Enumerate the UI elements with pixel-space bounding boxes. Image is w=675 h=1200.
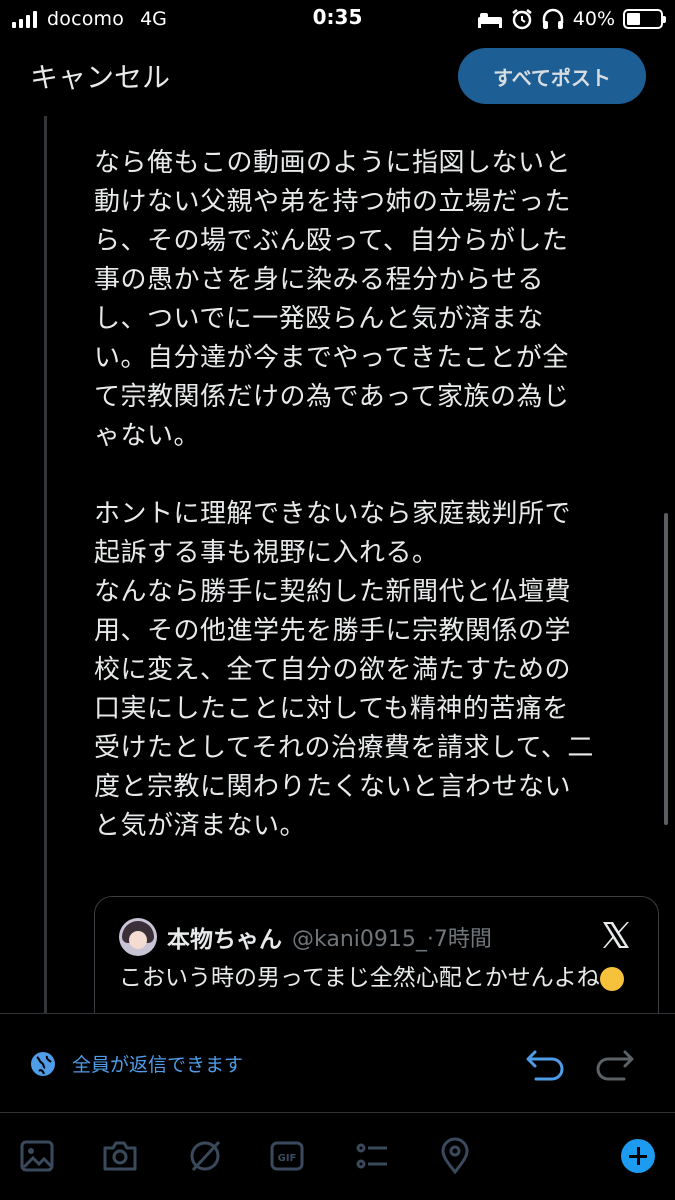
status-bar: docomo 4G 0:35 40%: [0, 0, 675, 40]
headphones-icon: [542, 8, 564, 29]
location-icon[interactable]: [436, 1137, 474, 1175]
add-post-icon[interactable]: [621, 1139, 655, 1173]
post-all-button[interactable]: すべてポスト: [458, 48, 646, 104]
reply-settings-bar: 全員が返信できます: [0, 1013, 675, 1113]
image-icon[interactable]: [18, 1137, 56, 1175]
battery-percent: 40%: [572, 8, 615, 30]
remove-quote-icon[interactable]: [600, 919, 632, 951]
compose-toolbar: GIF: [0, 1114, 675, 1200]
alarm-icon: [512, 9, 532, 30]
globe-icon[interactable]: [30, 1051, 56, 1077]
gif-icon[interactable]: GIF: [268, 1137, 306, 1175]
laughing-emoji-icon: [599, 966, 624, 991]
thread-line: [44, 116, 47, 1016]
redo-icon[interactable]: [594, 1044, 636, 1084]
avatar: [119, 918, 157, 956]
quoted-author-name: 本物ちゃん: [167, 927, 282, 953]
post-paragraph: ホントに理解できないなら家庭裁判所で起訴する事も視野に入れる。 なんなら勝手に契…: [94, 499, 594, 841]
sleep-icon: [477, 13, 502, 28]
compose-header: キャンセル すべてポスト: [0, 40, 675, 112]
undo-icon[interactable]: [524, 1044, 566, 1084]
poll-icon[interactable]: [353, 1137, 391, 1175]
scrollbar[interactable]: [664, 513, 668, 825]
cancel-button[interactable]: キャンセル: [30, 56, 170, 96]
battery-icon: [623, 9, 666, 29]
camera-icon[interactable]: [101, 1137, 139, 1175]
svg-text:GIF: GIF: [278, 1153, 297, 1164]
post-editor[interactable]: なら俺もこの動画のように指図しないと動けない父親や弟を持つ姉の立場だったら、その…: [94, 144, 594, 846]
post-paragraph: なら俺もこの動画のように指図しないと動けない父親や弟を持つ姉の立場だったら、その…: [94, 148, 572, 451]
grok-icon[interactable]: [186, 1137, 224, 1175]
reply-permission-label[interactable]: 全員が返信できます: [72, 1050, 243, 1077]
quoted-text: こおいう時の男ってまじ全然心配とかせんよね: [119, 961, 639, 995]
quoted-author-handle: @kani0915_·7時間: [292, 927, 492, 952]
